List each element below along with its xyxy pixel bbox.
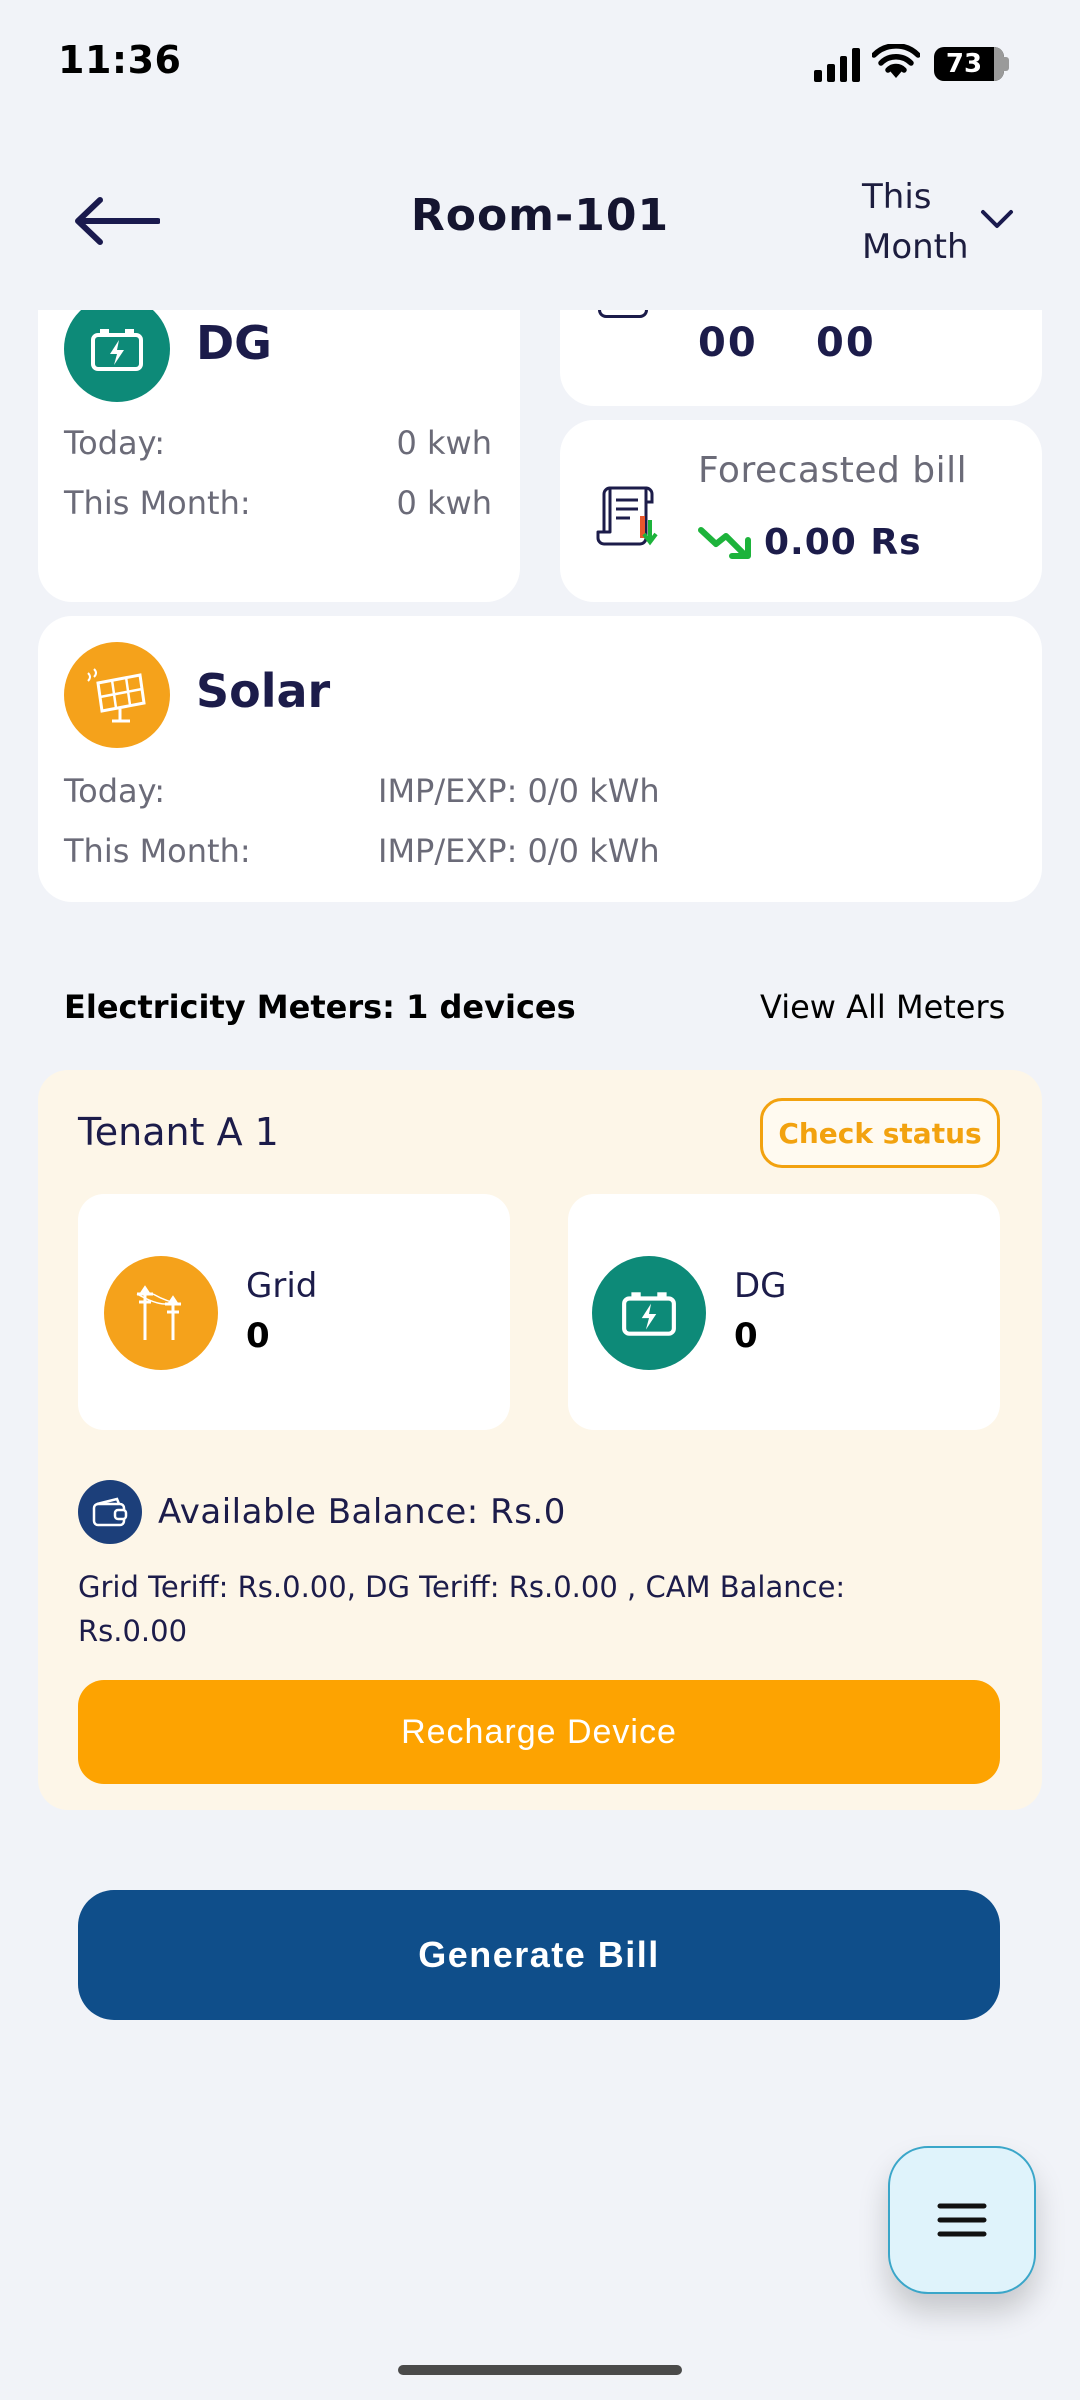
period-line-1: This xyxy=(862,177,932,217)
grid-circle xyxy=(104,1256,218,1370)
status-time: 11:36 xyxy=(58,38,182,82)
grid-label: Grid xyxy=(246,1266,318,1306)
period-line-2: Month xyxy=(862,227,969,267)
dg-today-label: Today: xyxy=(64,424,165,462)
chevron-down-icon[interactable] xyxy=(980,208,1014,230)
dg-month-label: This Month: xyxy=(64,484,251,522)
tariff-line-2: Rs.0.00 xyxy=(78,1614,188,1648)
generate-bill-button[interactable]: Generate Bill xyxy=(78,1890,1000,2020)
solar-today-value: IMP/EXP: 0/0 kWh xyxy=(378,772,660,810)
tariff-line-1: Grid Teriff: Rs.0.00, DG Teriff: Rs.0.00… xyxy=(78,1570,846,1604)
dg-circle xyxy=(64,310,170,402)
battery-icon: 73 xyxy=(934,47,1004,81)
grid-value: 0 xyxy=(246,1316,270,1356)
menu-fab-button[interactable] xyxy=(888,2146,1036,2294)
forecast-value: 0.00 Rs xyxy=(764,522,922,563)
check-status-button[interactable]: Check status xyxy=(760,1098,1000,1168)
wallet-icon xyxy=(78,1480,142,1544)
dg-title: DG xyxy=(196,316,272,370)
battery-charge-icon xyxy=(91,329,143,371)
partial-value-b: 00 xyxy=(816,320,876,366)
hamburger-menu-icon xyxy=(937,2203,987,2237)
solar-title: Solar xyxy=(196,664,331,718)
partial-stat-card[interactable] xyxy=(560,310,1042,406)
solar-month-label: This Month: xyxy=(64,832,251,870)
cellular-signal-icon xyxy=(814,46,860,82)
solar-today-label: Today: xyxy=(64,772,165,810)
forecast-label: Forecasted bill xyxy=(698,450,968,491)
partial-value-a: 00 xyxy=(698,320,758,366)
period-selector[interactable]: This Month xyxy=(862,172,972,272)
solar-month-value: IMP/EXP: 0/0 kWh xyxy=(378,832,660,870)
power-tower-icon xyxy=(136,1285,182,1340)
partial-icon xyxy=(598,310,648,318)
view-all-meters-link[interactable]: View All Meters xyxy=(760,988,1005,1026)
meters-heading: Electricity Meters: 1 devices xyxy=(64,988,576,1026)
trend-down-icon xyxy=(698,527,751,559)
dg-meter-value: 0 xyxy=(734,1316,758,1356)
tenant-name: Tenant A 1 xyxy=(78,1110,279,1154)
bill-icon xyxy=(596,486,658,546)
solar-panel-icon xyxy=(87,668,146,723)
battery-level: 73 xyxy=(945,49,983,79)
battery-charge-icon xyxy=(622,1292,676,1336)
home-indicator[interactable] xyxy=(398,2365,682,2375)
recharge-device-button[interactable]: Recharge Device xyxy=(78,1680,1000,1784)
dg-meter-label: DG xyxy=(734,1266,787,1306)
dg-month-value: 0 kwh xyxy=(396,484,492,522)
solar-circle xyxy=(64,642,170,748)
dg-meter-circle xyxy=(592,1256,706,1370)
dg-today-value: 0 kwh xyxy=(396,424,492,462)
wifi-icon xyxy=(872,44,920,78)
available-balance: Available Balance: Rs.0 xyxy=(158,1492,566,1532)
